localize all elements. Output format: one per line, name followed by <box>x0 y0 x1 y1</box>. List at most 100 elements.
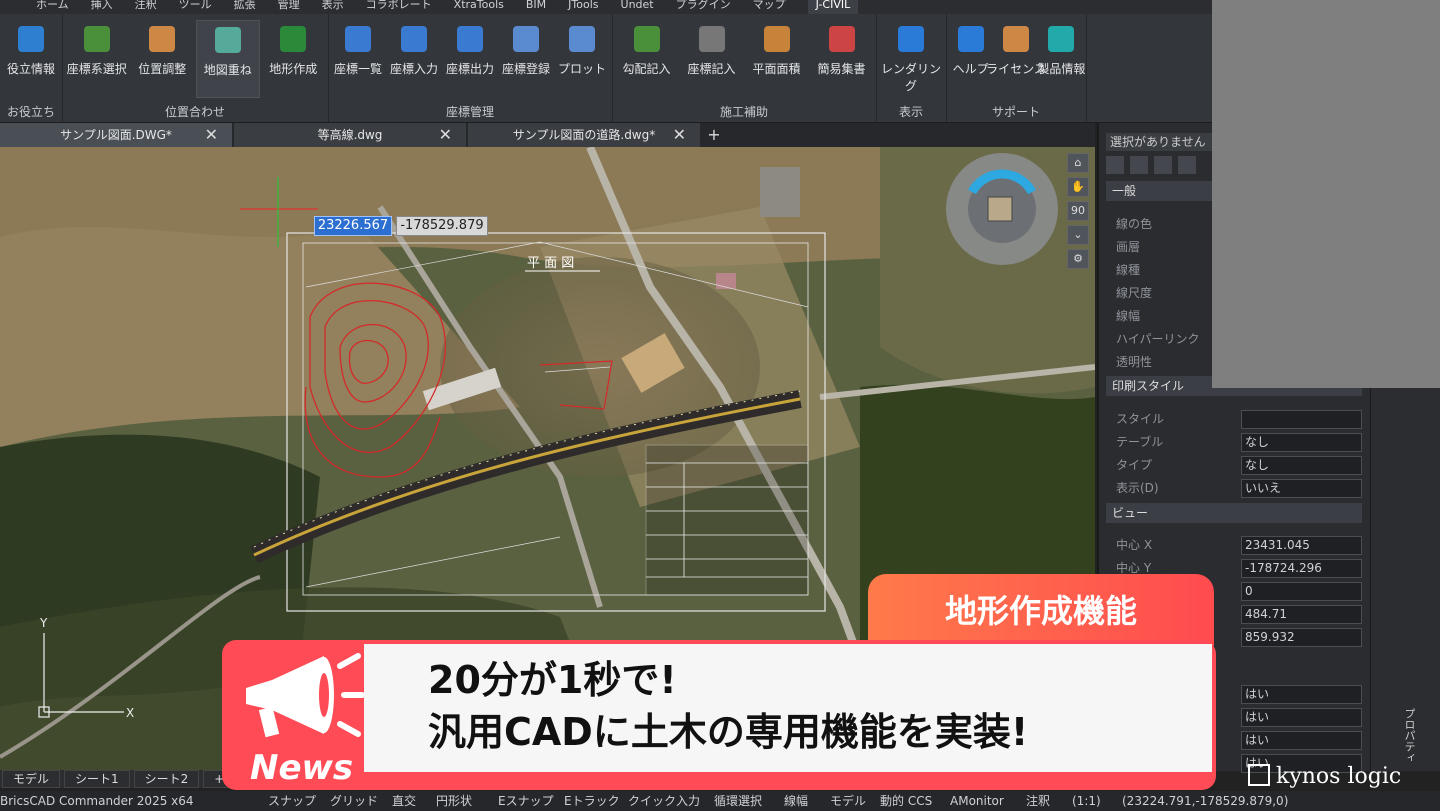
status-toggle[interactable]: 動的 CCS <box>880 791 932 811</box>
menu-item[interactable]: 表示 <box>322 0 344 14</box>
menu-item[interactable]: BIM <box>526 0 546 14</box>
ribbon-button-label: 簡易集書 <box>817 62 866 76</box>
property-value[interactable]: 484.71 <box>1241 605 1362 624</box>
status-toggle[interactable]: (23224.791,-178529.879,0) <box>1122 791 1288 811</box>
status-toggle[interactable]: AMonitor <box>950 791 1004 811</box>
ribbon-button[interactable]: 座標出力 <box>438 20 502 77</box>
ribbon-button[interactable]: 位置調整 <box>130 20 194 77</box>
gear-icon[interactable]: ⚙ <box>1067 249 1089 269</box>
menu-item[interactable]: プラグイン <box>676 0 731 14</box>
property-value[interactable]: 859.932 <box>1241 628 1362 647</box>
ribbon-button[interactable]: 地形作成 <box>261 20 325 77</box>
property-value[interactable]: いいえ <box>1241 479 1362 498</box>
menu-item[interactable]: 管理 <box>278 0 300 14</box>
ribbon-button-label: 位置調整 <box>138 62 187 76</box>
view-cube[interactable] <box>946 153 1058 265</box>
status-toggle[interactable]: 直交 <box>392 791 416 811</box>
stamp-icon <box>828 26 855 52</box>
ribbon-button-label: 勾配記入 <box>622 62 671 76</box>
layout-tab-sheet2[interactable]: シート2 <box>133 770 200 788</box>
megaphone-icon <box>246 653 364 738</box>
book-icon <box>18 26 44 52</box>
ribbon-group-label: 施工補助 <box>719 105 768 119</box>
ribbon-button[interactable]: レンダリング <box>879 20 943 94</box>
status-toggle[interactable]: 循環選択 <box>714 791 762 811</box>
status-toggle[interactable]: 円形状 <box>436 791 472 811</box>
quick-select-icon[interactable] <box>1130 156 1148 174</box>
coord-y-input[interactable]: -178529.879 <box>396 216 488 236</box>
coord-x-input[interactable]: 23226.567 <box>314 216 392 236</box>
status-toggle[interactable]: 線幅 <box>784 791 808 811</box>
ribbon-button-label: 製品情報 <box>1037 62 1086 76</box>
ribbon: 役立情報 お役立ち 座標系選択 位置調整 地図重ね 地形作成 位置合わせ 座標一覧 座標入力 座標… <box>0 14 1212 123</box>
logo-text: kynos logic <box>1276 764 1402 789</box>
property-value[interactable]: はい <box>1241 708 1362 727</box>
ribbon-button[interactable]: 座標一覧 <box>326 20 390 77</box>
close-icon[interactable]: ✕ <box>205 123 218 147</box>
status-toggle[interactable]: Eトラック <box>564 791 620 811</box>
license-icon <box>1003 26 1029 52</box>
property-value[interactable]: なし <box>1241 456 1362 475</box>
ribbon-button-label: 役立情報 <box>6 62 55 76</box>
ribbon-group: 座標系選択 位置調整 地図重ね 地形作成 位置合わせ <box>62 14 329 122</box>
close-icon[interactable]: ✕ <box>439 123 452 147</box>
menu-item[interactable]: マップ <box>753 0 786 14</box>
doc-tab-3[interactable]: サンプル図面の道路.dwg* ✕ <box>468 123 700 147</box>
status-toggle[interactable]: クイック入力 <box>628 791 700 811</box>
ribbon-button[interactable]: 座標入力 <box>382 20 446 77</box>
new-tab-button[interactable]: + <box>702 123 726 147</box>
sphere-icon <box>898 26 924 52</box>
ribbon-button[interactable]: 簡易集書 <box>810 20 874 77</box>
status-toggle[interactable]: グリッド <box>330 791 378 811</box>
filter-icon[interactable] <box>1178 156 1196 174</box>
status-toggle[interactable]: Eスナップ <box>498 791 554 811</box>
ribbon-group-label: 表示 <box>898 105 923 119</box>
property-value[interactable]: 23431.045 <box>1241 536 1362 555</box>
ribbon-button[interactable]: 地図重ね <box>195 20 260 98</box>
headline-line-1: 20分が1秒で! <box>428 658 677 702</box>
terrain-3d-icon <box>280 26 307 52</box>
layout-tab-sheet1[interactable]: シート1 <box>64 770 130 788</box>
ribbon-button[interactable]: プロット <box>550 20 614 77</box>
menu-item[interactable]: Undet <box>621 0 654 14</box>
menu-item[interactable]: J-CIVIL <box>807 0 859 14</box>
toggle-icon[interactable] <box>1154 156 1172 174</box>
status-toggle[interactable]: スナップ <box>268 791 316 811</box>
ribbon-button[interactable]: 勾配記入 <box>615 20 679 77</box>
status-toggle[interactable]: (1:1) <box>1072 791 1101 811</box>
layout-tab-model[interactable]: モデル <box>2 770 61 788</box>
ribbon-button[interactable]: 座標登録 <box>494 20 558 77</box>
menu-item[interactable]: 挿入 <box>91 0 113 14</box>
status-toggle[interactable]: 注釈 <box>1026 791 1050 811</box>
menu-item[interactable]: JTools <box>568 0 598 14</box>
ribbon-button[interactable]: 平面面積 <box>745 20 809 77</box>
menu-item[interactable]: コラボレート <box>366 0 432 14</box>
property-value[interactable]: -178724.296 <box>1241 559 1362 578</box>
property-value[interactable]: はい <box>1241 731 1362 750</box>
doc-tab-1[interactable]: サンプル図面.DWG* ✕ <box>0 123 232 147</box>
doc-tab-2[interactable]: 等高線.dwg ✕ <box>234 123 466 147</box>
feature-tag-text: 地形作成機能 <box>944 592 1137 630</box>
ribbon-button[interactable]: 役立情報 <box>0 20 63 77</box>
status-toggle[interactable]: モデル <box>830 791 866 811</box>
menu-item[interactable]: XtraTools <box>454 0 504 14</box>
ribbon-button[interactable]: 製品情報 <box>1029 20 1093 77</box>
news-label: News <box>250 748 354 788</box>
home-icon[interactable]: ⌂ <box>1067 153 1089 173</box>
zoom-button[interactable]: 90 <box>1067 201 1089 221</box>
property-value[interactable] <box>1241 410 1362 429</box>
property-value[interactable]: はい <box>1241 685 1362 704</box>
chevron-down-icon[interactable]: ⌄ <box>1067 225 1089 245</box>
pan-icon[interactable]: ✋ <box>1067 177 1089 197</box>
select-icon[interactable] <box>1106 156 1124 174</box>
ribbon-button[interactable]: 座標系選択 <box>65 20 129 77</box>
property-value[interactable]: 0 <box>1241 582 1362 601</box>
close-icon[interactable]: ✕ <box>673 123 686 147</box>
menu-item[interactable]: ホーム <box>36 0 69 14</box>
menu-item[interactable]: 拡張 <box>234 0 256 14</box>
ribbon-button[interactable]: 座標記入 <box>680 20 744 77</box>
property-value[interactable]: なし <box>1241 433 1362 452</box>
menu-item[interactable]: ツール <box>179 0 212 14</box>
menu-item[interactable]: 注釈 <box>135 0 157 14</box>
section-view[interactable]: ビュー <box>1106 503 1362 523</box>
